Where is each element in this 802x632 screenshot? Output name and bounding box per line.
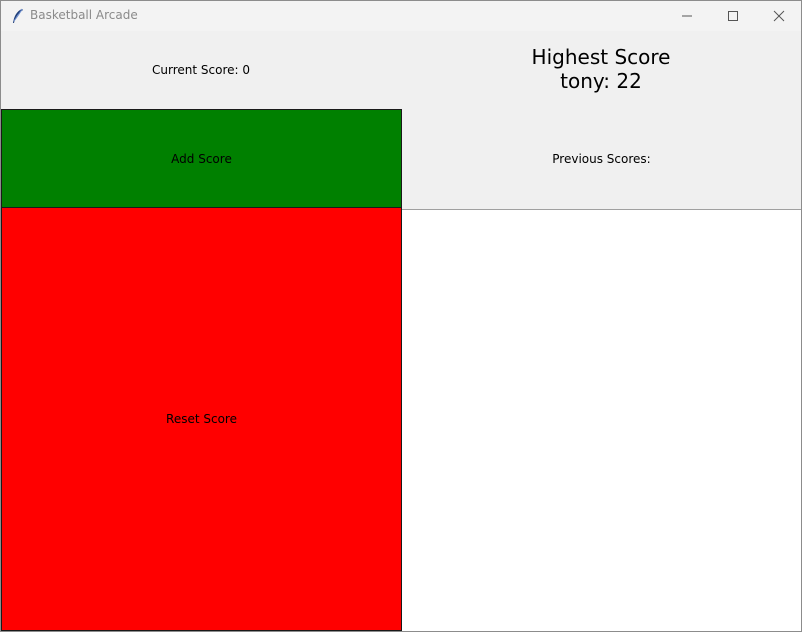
close-button[interactable]: [756, 1, 802, 31]
previous-scores-label: Previous Scores:: [552, 152, 651, 166]
current-score-label: Current Score: 0: [152, 63, 250, 77]
highest-score-title: Highest Score: [531, 45, 671, 69]
minimize-icon: [682, 15, 692, 17]
highest-score-panel: Highest Score tony: 22: [401, 31, 801, 109]
title-bar[interactable]: Basketball Arcade: [1, 1, 801, 31]
app-window: Basketball Arcade Current Score: 0 Highe…: [0, 0, 802, 632]
maximize-icon: [728, 11, 738, 21]
feather-icon: [11, 8, 25, 24]
window-title: Basketball Arcade: [30, 8, 138, 22]
previous-scores-list[interactable]: [402, 209, 801, 631]
maximize-button[interactable]: [710, 1, 756, 31]
add-score-button[interactable]: Add Score: [1, 109, 402, 208]
highest-score-value: tony: 22: [560, 69, 642, 93]
close-icon: [773, 10, 785, 22]
reset-score-button[interactable]: Reset Score: [1, 208, 402, 631]
minimize-button[interactable]: [664, 1, 710, 31]
